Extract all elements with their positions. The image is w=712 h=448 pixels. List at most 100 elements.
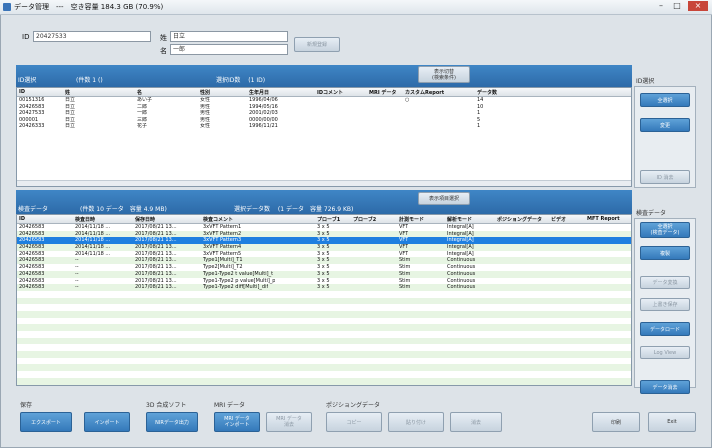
column-header[interactable]: 計測モード [399, 216, 424, 223]
id-select-all-button[interactable]: 全選択 [640, 93, 690, 107]
table-row[interactable]: 20426583 -- 2017/08/21 13... Type1-Type2 p … [17, 277, 631, 285]
table-row[interactable] [17, 357, 631, 365]
data-select-all-button[interactable]: 全選択 (検査データ) [640, 222, 690, 238]
id-section-header: ID選択 (件数 1 () 選択ID数 (1 ID) [16, 65, 632, 87]
analysis-group-label: 3D 合成ソフト [146, 402, 187, 409]
print-button[interactable]: 印刷 [592, 412, 640, 432]
import-button[interactable]: インポート [84, 412, 130, 432]
data-copy-button[interactable]: 複製 [640, 246, 690, 260]
table-row[interactable]: 20426583 -- 2017/08/21 13... Type2[Multi]_T… [17, 264, 631, 271]
column-header[interactable]: IDコメント [317, 89, 343, 96]
close-icon[interactable]: × [688, 1, 708, 11]
table-row[interactable]: 20426583 2014/11/18 ... 2017/08/21 13... 3x… [17, 237, 631, 245]
table-cell: 3xVFT Pattern2 [203, 230, 242, 237]
column-header[interactable]: ビデオ [551, 216, 566, 223]
table-cell: 2014/11/18 ... [75, 224, 111, 230]
table-row[interactable] [17, 324, 631, 331]
surname-field[interactable]: 日立 [170, 31, 288, 42]
surname-label: 姓 [160, 34, 167, 42]
table-cell: 2017/08/21 13... [135, 244, 177, 251]
table-row[interactable]: 20426583 -- 2017/08/21 13... Type1[Multi]_T… [17, 257, 631, 265]
column-header[interactable]: ID [19, 216, 25, 222]
column-header[interactable]: 性別 [200, 89, 210, 96]
table-row[interactable]: 20426583 2014/11/18 ... 2017/08/21 13... 3x… [17, 250, 631, 258]
table-row[interactable]: 20426583 2014/11/18 ... 2017/08/21 13... 3x… [17, 224, 631, 231]
table-row[interactable] [17, 364, 631, 372]
table-row[interactable] [17, 351, 631, 358]
table-row[interactable] [17, 344, 631, 352]
column-header[interactable]: 検査日時 [75, 216, 95, 223]
id-horizontal-scrollbar[interactable] [17, 180, 631, 186]
side-data-title: 検査データ [636, 210, 667, 217]
id-delete-button[interactable]: ID 消去 [640, 170, 690, 184]
position-paste-button[interactable]: 貼り付け [388, 412, 444, 432]
maximize-icon[interactable]: □ [670, 1, 684, 11]
log-view-button[interactable]: Log View [640, 346, 690, 359]
minimize-icon[interactable]: – [654, 1, 668, 11]
table-row[interactable] [17, 168, 631, 175]
table-cell: 20426583 [19, 284, 45, 291]
id-table-body: 00151316 日立 あい子 女性 1996/04/06 ○ 14 20426583 日立 二郎… [17, 97, 631, 175]
table-row[interactable]: 20426583 2014/11/18 ... 2017/08/21 13... 3x… [17, 244, 631, 251]
table-row[interactable] [17, 290, 631, 298]
column-header[interactable]: 生年月日 [249, 89, 269, 96]
data-load-button[interactable]: データロード [640, 322, 690, 336]
table-row[interactable] [17, 377, 631, 385]
column-header[interactable]: 保存日時 [135, 216, 155, 223]
data-display-items-button[interactable]: 表示項目選択 [418, 192, 470, 205]
data-delete-button[interactable]: データ消去 [640, 380, 690, 394]
register-button[interactable]: 新規登録 [294, 37, 340, 52]
id-section-count: (件数 1 () [76, 77, 103, 84]
table-row[interactable] [17, 317, 631, 325]
table-cell: 2017/08/21 13... [135, 284, 177, 291]
id-change-button[interactable]: 変更 [640, 118, 690, 132]
column-header[interactable]: 解析モード [447, 216, 472, 223]
column-header[interactable]: ポジショングデータ [497, 216, 542, 223]
column-header[interactable]: MFT Report [587, 216, 620, 222]
overwrite-save-button[interactable]: 上書き保存 [640, 298, 690, 311]
nirs-output-button[interactable]: NIRデータ出力 [146, 412, 198, 432]
name-label: 名 [160, 47, 167, 55]
table-row[interactable] [17, 297, 631, 305]
table-cell: Continuous [447, 257, 476, 264]
save-group-label: 保存 [20, 402, 33, 409]
column-header[interactable]: 姓 [65, 89, 70, 96]
table-row[interactable] [17, 371, 631, 378]
id-label: ID [22, 33, 30, 41]
column-header[interactable]: データ数 [477, 89, 497, 96]
name-field[interactable]: 一郎 [170, 44, 288, 55]
table-row[interactable]: 20426583 -- 2017/08/21 13... Type1-Type2 di… [17, 284, 631, 291]
mri-delete-button[interactable]: MRI データ 消去 [266, 412, 312, 432]
table-cell: 2017/08/21 13... [135, 237, 177, 244]
column-header[interactable]: プローブ1 [317, 216, 340, 223]
table-row[interactable] [17, 331, 631, 338]
table-cell: 2017/08/21 13... [135, 224, 177, 230]
mri-import-button[interactable]: MRI データ インポート [214, 412, 260, 432]
table-cell: Continuous [447, 284, 476, 291]
table-row[interactable] [17, 337, 631, 345]
column-header[interactable]: カスタムReport [405, 89, 444, 96]
data-conversion-button[interactable]: データ変換 [640, 276, 690, 289]
column-header[interactable]: 検査コメント [203, 216, 233, 223]
column-header[interactable]: MRI データ [369, 89, 396, 96]
position-erase-button[interactable]: 消去 [450, 412, 502, 432]
position-group-label: ポジショングデータ [326, 402, 381, 409]
table-row[interactable] [17, 310, 631, 318]
column-header[interactable]: ID [19, 89, 25, 95]
exit-button[interactable]: Exit [648, 412, 696, 432]
column-header[interactable]: プローブ2 [353, 216, 376, 223]
id-table: ID 姓 名 性別 生年月日 IDコメント MRI データ カスタムReport データ数 00… [16, 87, 632, 187]
table-cell: Continuous [447, 264, 476, 271]
patient-id-field[interactable]: 20427533 [33, 31, 151, 42]
table-cell: -- [75, 264, 79, 271]
id-display-toggle-button[interactable]: 表示切替 (検索条件) [418, 66, 470, 83]
position-copy-button[interactable]: コピー [326, 412, 382, 432]
table-cell: 20426583 [19, 237, 45, 244]
export-button[interactable]: エクスポート [20, 412, 72, 432]
table-cell: 3 x 5 [317, 237, 330, 244]
table-row[interactable] [17, 304, 631, 311]
table-cell: 20426583 [19, 244, 45, 251]
column-header[interactable]: 名 [137, 89, 142, 96]
table-row[interactable]: 20426583 -- 2017/08/21 13... Type1-Type2 t … [17, 270, 631, 278]
table-row[interactable]: 20426583 2014/11/18 ... 2017/08/21 13... 3x… [17, 230, 631, 238]
